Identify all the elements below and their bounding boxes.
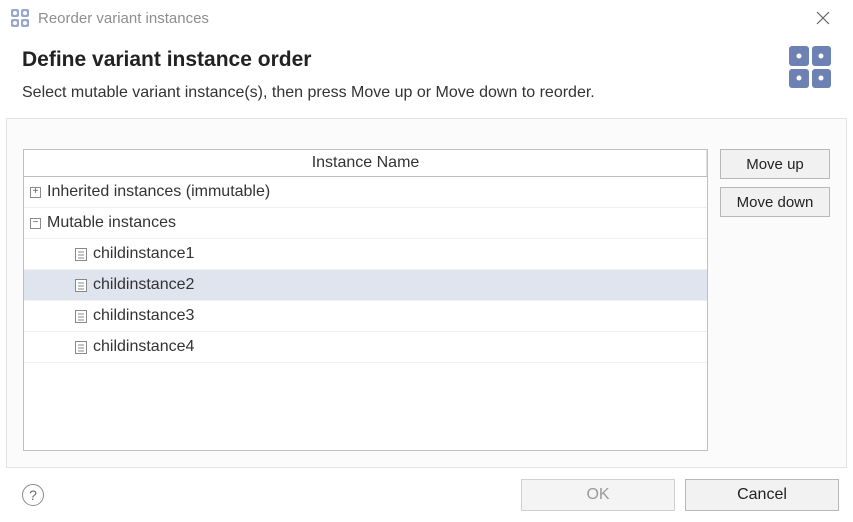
- tree-item[interactable]: childinstance3: [24, 301, 707, 332]
- tree-rows: + Inherited instances (immutable) − Muta…: [24, 177, 707, 450]
- tree-item[interactable]: childinstance1: [24, 239, 707, 270]
- cancel-button[interactable]: Cancel: [685, 479, 839, 511]
- variant-instance-icon: [75, 310, 87, 323]
- title-bar: Reorder variant instances: [0, 0, 853, 34]
- expand-icon[interactable]: +: [30, 187, 41, 198]
- window-title: Reorder variant instances: [38, 10, 803, 27]
- help-button[interactable]: ?: [22, 484, 44, 506]
- body-panel: Instance Name + Inherited instances (imm…: [6, 118, 847, 468]
- page-description: Select mutable variant instance(s), then…: [22, 84, 777, 102]
- ok-button: OK: [521, 479, 675, 511]
- spacer: [30, 280, 41, 291]
- header: Define variant instance order Select mut…: [0, 34, 853, 118]
- collapse-icon[interactable]: −: [30, 218, 41, 229]
- page-heading: Define variant instance order: [22, 48, 777, 72]
- move-up-button[interactable]: Move up: [720, 149, 830, 179]
- spacer: [30, 311, 41, 322]
- variant-instance-icon: [75, 341, 87, 354]
- header-text: Define variant instance order Select mut…: [22, 42, 777, 102]
- tree-item[interactable]: childinstance2: [24, 270, 707, 301]
- instance-label: childinstance2: [93, 276, 194, 294]
- close-button[interactable]: [803, 4, 843, 32]
- close-icon: [816, 11, 830, 25]
- app-icon: [10, 8, 30, 28]
- instance-label: childinstance4: [93, 338, 194, 356]
- empty-space: [24, 363, 707, 387]
- variant-instance-icon: [75, 279, 87, 292]
- group-label: Inherited instances (immutable): [47, 183, 270, 201]
- variant-instance-icon: [75, 248, 87, 261]
- move-down-button[interactable]: Move down: [720, 187, 830, 217]
- instance-tree: Instance Name + Inherited instances (imm…: [23, 149, 708, 451]
- instance-label: childinstance1: [93, 245, 194, 263]
- tree-group-mutable[interactable]: − Mutable instances: [24, 208, 707, 239]
- footer: ? OK Cancel: [0, 468, 853, 522]
- tree-group-inherited[interactable]: + Inherited instances (immutable): [24, 177, 707, 208]
- spacer: [30, 249, 41, 260]
- spacer: [30, 342, 41, 353]
- tree-item[interactable]: childinstance4: [24, 332, 707, 363]
- instance-label: childinstance3: [93, 307, 194, 325]
- group-label: Mutable instances: [47, 214, 176, 232]
- side-buttons: Move up Move down: [720, 149, 830, 451]
- header-decor-icon: [789, 46, 831, 88]
- dialog-window: Reorder variant instances Define variant…: [0, 0, 853, 522]
- column-header-instance-name[interactable]: Instance Name: [24, 150, 707, 177]
- help-icon: ?: [29, 487, 37, 503]
